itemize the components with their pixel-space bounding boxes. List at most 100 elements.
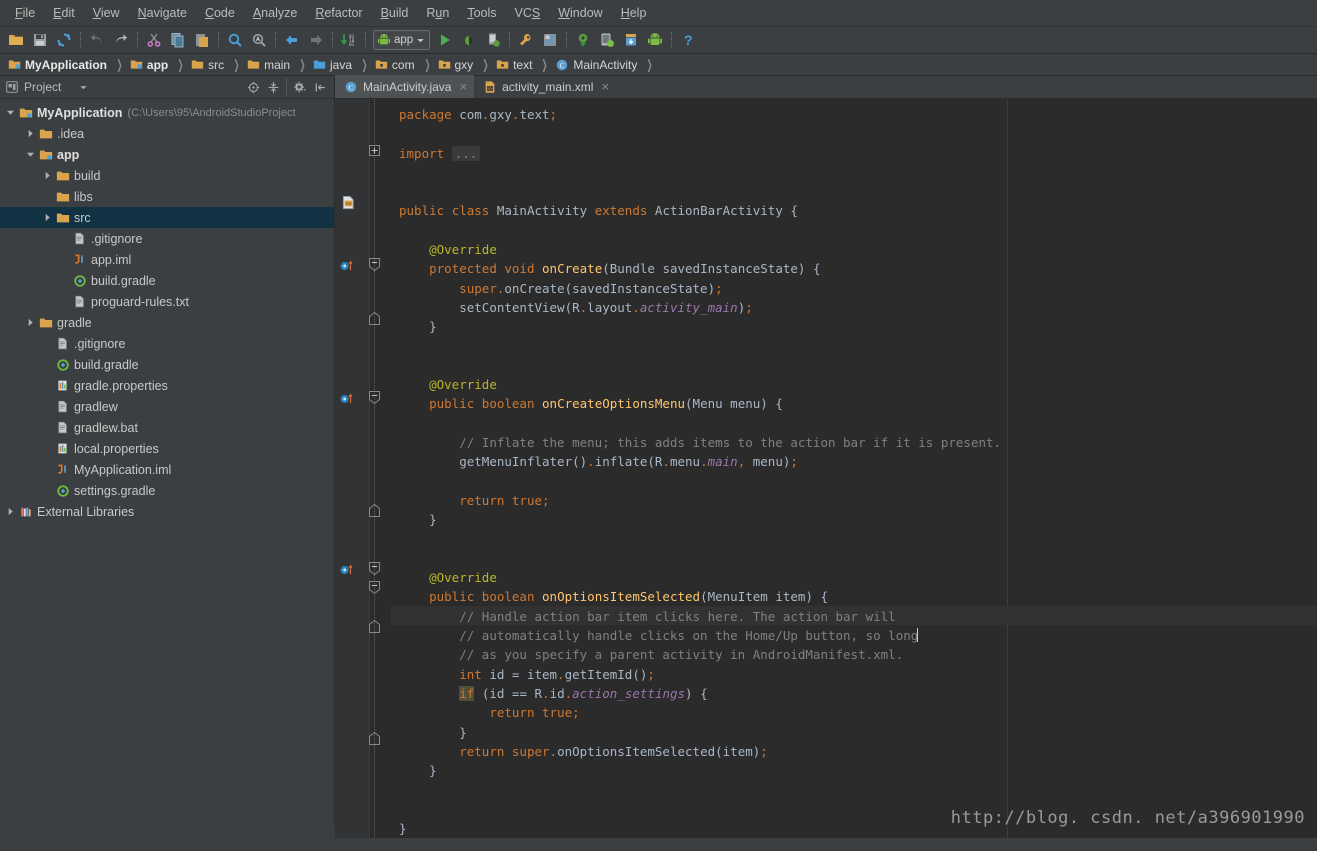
override-method-marker-icon[interactable] [339,259,354,277]
hide-panel-icon[interactable] [311,78,329,96]
back-arrow-icon[interactable] [280,29,304,51]
tree-item-settings-gradle[interactable]: settings.gradle [0,480,334,501]
project-tree[interactable]: MyApplication (C:\Users\95\AndroidStudio… [0,99,334,825]
tree-item-gitignore-root[interactable]: .gitignore [0,333,334,354]
forward-arrow-icon[interactable] [304,29,328,51]
expand-twisty-right-icon[interactable] [24,129,37,138]
menu-refactor[interactable]: Refactor [306,4,371,23]
menu-window[interactable]: Window [549,4,611,23]
fold-expand-import-icon[interactable] [369,143,380,161]
menu-help[interactable]: Help [612,4,656,23]
tree-item-gitignore-app[interactable]: .gitignore [0,228,334,249]
sync-refresh-icon[interactable] [52,29,76,51]
run-icon[interactable] [433,29,457,51]
tree-item-idea[interactable]: .idea [0,123,334,144]
save-all-icon[interactable] [28,29,52,51]
breadcrumb-item-src[interactable]: src [191,54,224,76]
menu-run[interactable]: Run [417,4,458,23]
tree-item-app-iml[interactable]: app.iml [0,249,334,270]
menu-tools[interactable]: Tools [458,4,505,23]
tree-item-proguard-rules[interactable]: proguard-rules.txt [0,291,334,312]
sdk-manager-icon[interactable] [514,29,538,51]
search-structurally-icon[interactable] [247,29,271,51]
override-method-marker-icon[interactable] [339,392,354,410]
expand-twisty-down-icon[interactable] [24,150,37,159]
tree-item-build[interactable]: build [0,165,334,186]
target-locate-icon[interactable] [244,78,262,96]
breadcrumb-label: src [208,58,224,72]
run-with-coverage-icon[interactable] [481,29,505,51]
tree-item-app[interactable]: app [0,144,334,165]
fold-collapse-icon[interactable] [369,258,380,276]
breadcrumb-item-text[interactable]: text [496,54,532,76]
tree-item-build-gradle-root[interactable]: build.gradle [0,354,334,375]
editor-gutter[interactable]: <> [335,99,369,838]
android-virtual-device-icon[interactable] [643,29,667,51]
copy-icon[interactable] [166,29,190,51]
tree-item-gradle-properties[interactable]: gradle.properties [0,375,334,396]
breadcrumb-label: main [264,58,290,72]
breadcrumb-item-gxy[interactable]: gxy [438,54,474,76]
expand-twisty-down-icon[interactable] [4,108,17,117]
tree-item-local-properties[interactable]: local.properties [0,438,334,459]
expand-twisty-right-icon[interactable] [41,213,54,222]
avd-manager-icon[interactable] [538,29,562,51]
breadcrumb-item-java[interactable]: java [313,54,352,76]
android-device-monitor-icon[interactable] [595,29,619,51]
close-icon[interactable]: × [459,80,467,93]
undo-arrow-icon[interactable] [85,29,109,51]
expand-twisty-right-icon[interactable] [4,507,17,516]
breadcrumb-item-app[interactable]: app [130,54,168,76]
source-code[interactable]: package com.gxy.text; import ... public … [391,99,1317,838]
menu-navigate[interactable]: Navigate [129,4,196,23]
menu-code[interactable]: Code [196,4,244,23]
menu-file[interactable]: File [6,4,44,23]
tree-item-gradle-folder[interactable]: gradle [0,312,334,333]
fold-collapse-icon[interactable] [369,391,380,409]
open-folder-icon[interactable] [4,29,28,51]
fold-collapse-icon[interactable] [369,562,380,580]
help-icon[interactable]: ? [676,29,700,51]
android-sdk-icon[interactable] [619,29,643,51]
tab-mainactivity-java[interactable]: C MainActivity.java × [335,75,474,98]
override-method-marker-icon[interactable] [339,563,354,581]
redo-arrow-icon[interactable] [109,29,133,51]
tree-item-src[interactable]: src [0,207,334,228]
tree-item-myapplication[interactable]: MyApplication (C:\Users\95\AndroidStudio… [0,102,334,123]
breadcrumb-item-myapplication[interactable]: MyApplication [8,54,107,76]
breadcrumb-item-main[interactable]: main [247,54,290,76]
menu-build[interactable]: Build [372,4,418,23]
folder-icon [54,190,71,204]
close-icon[interactable]: × [601,80,609,93]
tree-item-gradlew-bat[interactable]: gradlew.bat [0,417,334,438]
sync-gradle-icon[interactable] [571,29,595,51]
paste-icon[interactable] [190,29,214,51]
chevron-down-icon[interactable] [79,83,88,92]
tree-item-libs[interactable]: libs [0,186,334,207]
tree-item-build-gradle-app[interactable]: build.gradle [0,270,334,291]
breadcrumb-item-com[interactable]: com [375,54,415,76]
update-project-icon[interactable]: 01 10 01 [337,29,361,51]
menu-analyze[interactable]: Analyze [244,4,306,23]
menu-view[interactable]: View [84,4,129,23]
breadcrumb-item-mainactivity[interactable]: C MainActivity [555,54,637,76]
tree-item-myapplication-iml[interactable]: MyApplication.iml [0,459,334,480]
tree-item-gradlew[interactable]: gradlew [0,396,334,417]
tree-item-external-libraries[interactable]: External Libraries [0,501,334,522]
expand-twisty-right-icon[interactable] [41,171,54,180]
tab-activity-main-xml[interactable]: <> activity_main.xml × [474,75,616,98]
expand-twisty-right-icon[interactable] [24,318,37,327]
project-panel-header: Project [0,76,334,99]
code-editor[interactable]: package com.gxy.text; import ... public … [391,99,1317,838]
cut-scissors-icon[interactable] [142,29,166,51]
run-configuration-selector[interactable]: app [373,30,430,50]
menu-edit[interactable]: Edit [44,4,84,23]
fold-collapse-icon[interactable] [369,581,380,599]
menu-vcs[interactable]: VCS [506,4,550,23]
settings-gear-icon[interactable] [291,78,309,96]
collapse-all-icon[interactable] [264,78,282,96]
debug-icon[interactable] [457,29,481,51]
layout-preview-icon[interactable]: <> [341,195,356,215]
search-icon[interactable] [223,29,247,51]
editor-fold-column[interactable] [369,99,391,838]
